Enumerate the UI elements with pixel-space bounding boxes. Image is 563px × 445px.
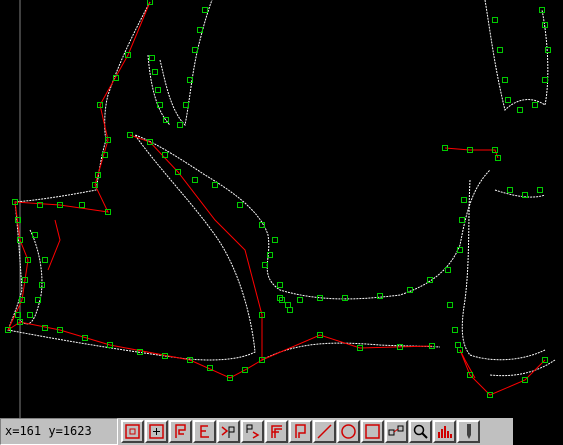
control-node[interactable] (517, 107, 523, 113)
control-node[interactable] (287, 307, 293, 313)
control-node[interactable] (342, 295, 348, 301)
magnifier-icon (413, 424, 428, 439)
rect-select-icon (125, 424, 140, 439)
control-node[interactable] (455, 342, 461, 348)
control-node[interactable] (445, 267, 451, 273)
node-tool-icon (388, 425, 404, 436)
page-icon (295, 424, 306, 438)
p-arrow-tool-button[interactable] (241, 420, 264, 443)
control-node[interactable] (277, 282, 283, 288)
cursor-coordinates: x=161 y=1623 (0, 418, 118, 445)
control-node[interactable] (152, 69, 158, 75)
flag-icon (175, 424, 186, 438)
control-node[interactable] (542, 77, 548, 83)
control-nodes (5, 0, 551, 398)
control-node[interactable] (177, 122, 183, 128)
control-node[interactable] (297, 297, 303, 303)
pen-tool-button[interactable] (457, 420, 480, 443)
zoom-tool-button[interactable] (409, 420, 432, 443)
control-node[interactable] (237, 202, 243, 208)
arrow-p-tool-button[interactable] (217, 420, 240, 443)
f-glyph-icon (271, 425, 282, 438)
tool-palette (121, 420, 480, 444)
control-node[interactable] (155, 87, 161, 93)
e-glyph-tool-button[interactable] (193, 420, 216, 443)
control-node[interactable] (202, 7, 208, 13)
control-node[interactable] (537, 187, 543, 193)
square-tool-icon (365, 424, 380, 439)
flag-tool-button[interactable] (169, 420, 192, 443)
glyph-edit-canvas[interactable] (0, 0, 563, 418)
control-node[interactable] (532, 102, 538, 108)
control-node[interactable] (42, 257, 48, 263)
control-node[interactable] (192, 177, 198, 183)
control-node[interactable] (459, 217, 465, 223)
control-node[interactable] (79, 202, 85, 208)
arrow-p-icon (221, 426, 235, 438)
control-node[interactable] (545, 47, 551, 53)
control-node[interactable] (492, 17, 498, 23)
rect-select-tool-button[interactable] (121, 420, 144, 443)
control-node[interactable] (27, 312, 33, 318)
control-node[interactable] (272, 237, 278, 243)
pen-icon (467, 424, 471, 439)
control-node[interactable] (461, 197, 467, 203)
control-node[interactable] (285, 302, 291, 308)
status-bar: x=161 y=1623 (0, 418, 563, 445)
circle-tool-button[interactable] (337, 420, 360, 443)
control-node[interactable] (259, 222, 265, 228)
control-node[interactable] (163, 117, 169, 123)
histogram-tool-button[interactable] (433, 420, 456, 443)
control-node[interactable] (497, 47, 503, 53)
control-node[interactable] (197, 27, 203, 33)
control-node[interactable] (447, 302, 453, 308)
histogram-icon (438, 426, 452, 438)
control-node[interactable] (149, 55, 155, 61)
outline-curves (7, 0, 556, 377)
control-node[interactable] (507, 187, 513, 193)
rect-plus-tool-button[interactable] (145, 420, 168, 443)
page-tool-button[interactable] (289, 420, 312, 443)
f-glyph-tool-button[interactable] (265, 420, 288, 443)
rect-plus-icon (149, 424, 164, 439)
line-tool-button[interactable] (313, 420, 336, 443)
node-tool-button[interactable] (385, 420, 408, 443)
circle-tool-icon (341, 424, 356, 439)
control-node[interactable] (452, 327, 458, 333)
control-node[interactable] (212, 182, 218, 188)
toolbar-end-panel (513, 418, 563, 445)
control-node[interactable] (505, 97, 511, 103)
e-glyph-icon (200, 425, 209, 438)
p-arrow-icon (246, 424, 260, 439)
square-tool-button[interactable] (361, 420, 384, 443)
control-lines (7, 1, 546, 396)
control-node[interactable] (502, 77, 508, 83)
control-node[interactable] (262, 262, 268, 268)
line-tool-icon (317, 424, 332, 439)
glyph-outline-drawing (5, 0, 556, 418)
